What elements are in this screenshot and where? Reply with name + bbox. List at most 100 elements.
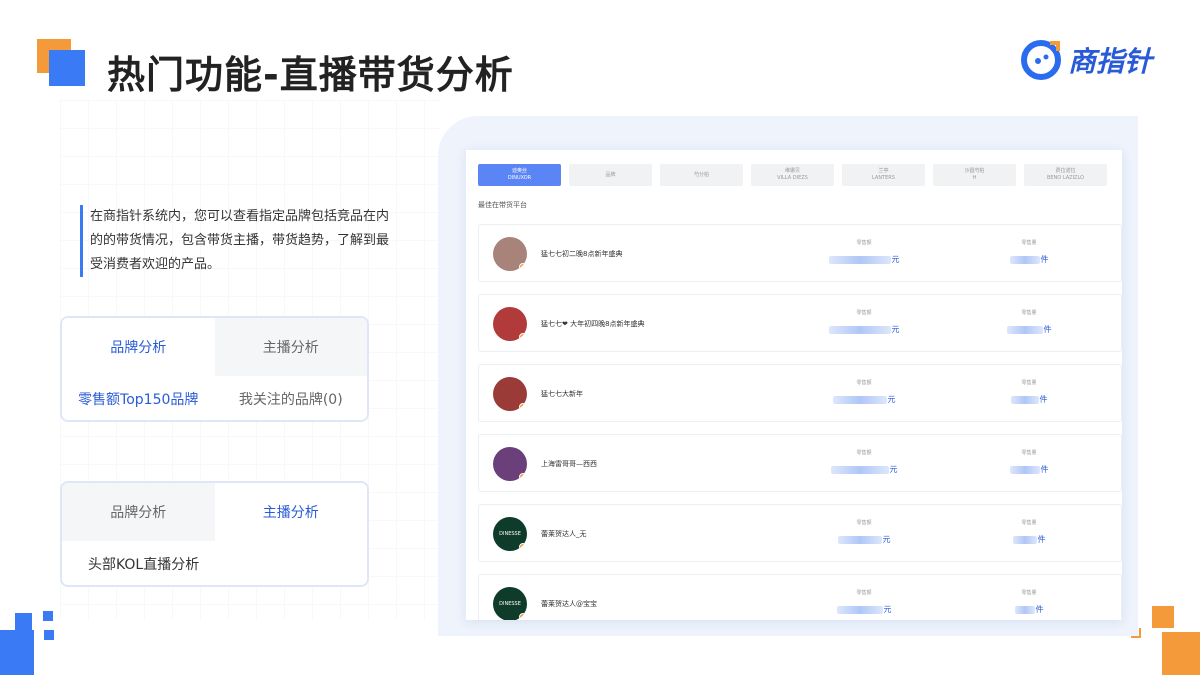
blurred-value (828, 255, 891, 264)
metric-label: 零售量 (1021, 450, 1037, 456)
anchor-row[interactable]: DINESSE 蕾莱贺达人@宝宝 零售额元 零售量件 (478, 574, 1122, 620)
brand-chip[interactable]: 沙圆芍柏 H (933, 164, 1016, 186)
top150-brands-link[interactable]: 零售额Top150品牌 (62, 389, 215, 409)
unit-label: 元 (891, 255, 900, 264)
metric-label: 零售额 (856, 520, 872, 526)
chip-sub: BENO LAZIZLO (1046, 175, 1085, 181)
chip-name: 兰亭 (878, 168, 889, 174)
followed-brands-link[interactable]: 我关注的品牌(0) (215, 389, 368, 409)
metric-value: 件 (1010, 394, 1048, 405)
anchor-name: 猛七七大新年 (541, 390, 583, 398)
decor-square-blue (49, 50, 85, 86)
brand-logo: 商指针 (1020, 37, 1152, 83)
chip-name: 品牌 (605, 171, 616, 178)
verified-badge-icon (519, 333, 527, 341)
unit-label: 元 (891, 325, 900, 334)
sales-volume-metric: 零售量件 (984, 589, 1074, 618)
metric-value: 元 (832, 394, 896, 405)
card-tabs: 品牌分析 主播分析 (62, 483, 367, 541)
metric-label: 零售额 (856, 240, 872, 246)
brand-chip[interactable]: 维娜贝 VILLA DIEZS (751, 164, 834, 186)
metric-value: 件 (1009, 464, 1049, 475)
sales-amount-metric: 零售额元 (819, 449, 909, 478)
unit-label: 元 (882, 535, 891, 544)
metric-value: 元 (837, 534, 891, 545)
metric-value: 件 (1014, 604, 1044, 615)
avatar-logo-text: DINESSE (499, 601, 521, 607)
sales-volume-metric: 零售量件 (984, 309, 1074, 338)
verified-badge-icon (519, 403, 527, 411)
anchor-row[interactable]: 猛七七❤ 大年初四晚8点新年盛典 零售额元 零售量件 (478, 294, 1122, 352)
blurred-value (832, 395, 887, 404)
brand-analysis-card: 品牌分析 主播分析 零售额Top150品牌 我关注的品牌(0) (60, 316, 369, 422)
brand-chip[interactable]: 兰亭 LANTERS (842, 164, 925, 186)
top-kol-analysis-link[interactable]: 头部KOL直播分析 (62, 554, 367, 574)
live-commerce-panel: 迪奥丝 DINUXOR 品牌 芍分柏 维娜贝 VILLA DIEZS 兰亭 LANTE… (466, 150, 1122, 620)
metric-value: 元 (828, 254, 900, 265)
brand-chip[interactable]: 芍分柏 (660, 164, 743, 186)
sales-volume-metric: 零售量件 (984, 379, 1074, 408)
decor-square-blue (0, 630, 34, 675)
brand-chip[interactable]: 费拉诺拉 BENO LAZIZLO (1024, 164, 1107, 186)
anchor-name: 猛七七初二晚8点新年盛典 (541, 250, 623, 258)
tab-brand-analysis[interactable]: 品牌分析 (62, 318, 215, 376)
metric-label: 零售额 (856, 450, 872, 456)
sales-volume-metric: 零售量件 (984, 449, 1074, 478)
metric-label: 零售额 (856, 380, 872, 386)
anchor-avatar: DINESSE (493, 587, 527, 620)
metric-label: 零售额 (856, 310, 872, 316)
blurred-value (828, 325, 891, 334)
metric-value: 件 (1009, 254, 1049, 265)
card-body: 零售额Top150品牌 我关注的品牌(0) (62, 376, 368, 420)
unit-label: 件 (1040, 255, 1049, 264)
anchor-row[interactable]: 猛七七大新年 零售额元 零售量件 (478, 364, 1122, 422)
decor-square-orange (1162, 632, 1200, 675)
tab-anchor-analysis[interactable]: 主播分析 (214, 318, 367, 376)
chip-name: 维娜贝 (784, 168, 800, 174)
avatar-logo-text: DINESSE (499, 531, 521, 537)
tab-anchor-analysis[interactable]: 主播分析 (214, 483, 367, 541)
chip-name: 迪奥丝 (511, 168, 527, 174)
sales-amount-metric: 零售额元 (819, 589, 909, 618)
metric-label: 零售量 (1021, 590, 1037, 596)
anchor-name: 蕾莱贺达人_无 (541, 530, 587, 538)
blurred-value (1009, 465, 1040, 474)
chip-sub: LANTERS (872, 175, 895, 181)
card-tabs: 品牌分析 主播分析 (62, 318, 367, 376)
chip-name: 沙圆芍柏 (964, 168, 985, 174)
brand-chip[interactable]: 迪奥丝 DINUXOR (478, 164, 561, 186)
decor-square-blue (43, 611, 53, 621)
sales-volume-metric: 零售量件 (984, 519, 1074, 548)
unit-label: 件 (1040, 465, 1049, 474)
anchor-avatar (493, 307, 527, 341)
tab-brand-analysis[interactable]: 品牌分析 (62, 483, 215, 541)
blurred-value (836, 605, 883, 614)
metric-label: 零售量 (1021, 520, 1037, 526)
decor-square-orange (1152, 606, 1174, 628)
blurred-value (1014, 605, 1035, 614)
blurred-value (1009, 255, 1040, 264)
blurred-value (1012, 535, 1037, 544)
blurred-value (1006, 325, 1043, 334)
section-label: 最佳在带货平台 (478, 201, 527, 209)
anchor-avatar: DINESSE (493, 517, 527, 551)
verified-badge-icon (519, 543, 527, 551)
chip-sub: VILLA DIEZS (777, 175, 808, 181)
unit-label: 件 (1039, 395, 1048, 404)
blurred-value (1010, 395, 1039, 404)
verified-badge-icon (519, 473, 527, 481)
unit-label: 件 (1035, 605, 1044, 614)
sales-amount-metric: 零售额元 (819, 239, 909, 268)
anchor-analysis-card: 品牌分析 主播分析 头部KOL直播分析 (60, 481, 369, 587)
brand-chip[interactable]: 品牌 (569, 164, 652, 186)
unit-label: 件 (1037, 535, 1046, 544)
metric-label: 零售量 (1021, 240, 1037, 246)
anchor-row[interactable]: 猛七七初二晚8点新年盛典 零售额元 零售量件 (478, 224, 1122, 282)
sales-amount-metric: 零售额元 (819, 519, 909, 548)
anchor-name: 猛七七❤ 大年初四晚8点新年盛典 (541, 320, 645, 328)
metric-value: 元 (830, 464, 898, 475)
anchor-row[interactable]: 上海雷哥哥—西西 零售额元 零售量件 (478, 434, 1122, 492)
anchor-row[interactable]: DINESSE 蕾莱贺达人_无 零售额元 零售量件 (478, 504, 1122, 562)
unit-label: 元 (887, 395, 896, 404)
decor-square-blue (44, 630, 54, 640)
